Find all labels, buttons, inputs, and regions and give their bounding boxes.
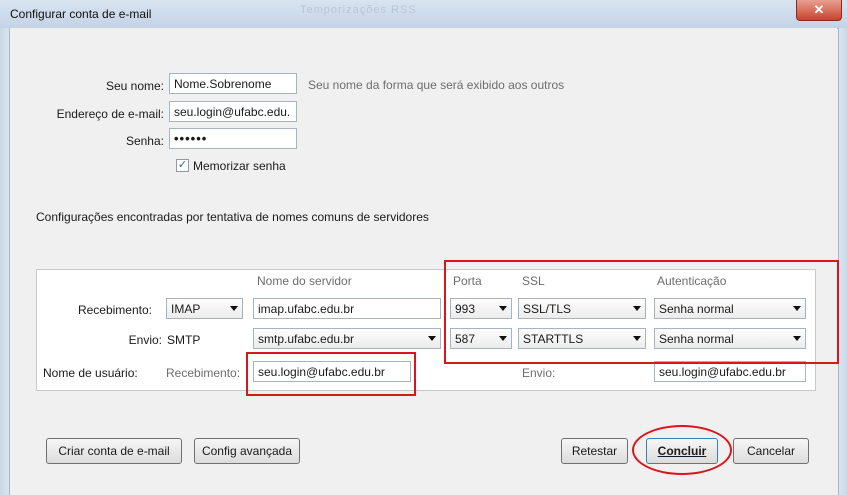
outgoing-server-select[interactable]: smtp.ufabc.edu.br (253, 328, 441, 349)
window-left-border (0, 28, 10, 495)
username-label: Nome de usuário: (43, 366, 138, 380)
advanced-config-label: Config avançada (201, 444, 293, 458)
annotation-box-username (246, 352, 416, 396)
password-label: Senha: (125, 134, 164, 148)
incoming-protocol-select[interactable]: IMAP (166, 298, 243, 319)
status-message: Configurações encontradas por tentativa … (36, 210, 429, 224)
checkmark-icon: ✓ (177, 159, 188, 171)
incoming-server-field[interactable]: imap.ufabc.edu.br (253, 298, 441, 319)
outgoing-server-value: smtp.ufabc.edu.br (258, 332, 355, 346)
email-label: Endereço de e-mail: (56, 107, 164, 121)
email-field[interactable]: seu.login@ufabc.edu. (169, 101, 297, 122)
advanced-config-button[interactable]: Config avançada (194, 438, 300, 464)
incoming-protocol-value: IMAP (171, 302, 201, 316)
annotation-circle-done (632, 425, 732, 475)
background-tabs: Temporizações RSS (300, 4, 417, 16)
username-incoming-label: Recebimento: (166, 366, 241, 380)
create-account-label: Criar conta de e-mail (58, 444, 170, 458)
name-field[interactable]: Nome.Sobrenome (169, 73, 297, 94)
username-outgoing-field[interactable]: seu.login@ufabc.edu.br (654, 361, 806, 382)
title-bar: Configurar conta de e-mail Temporizações… (0, 0, 847, 29)
create-account-button[interactable]: Criar conta de e-mail (46, 438, 182, 464)
incoming-label: Recebimento: (77, 303, 152, 317)
cancel-label: Cancelar (746, 444, 796, 458)
outgoing-protocol: SMTP (167, 333, 201, 347)
remember-password-label[interactable]: Memorizar senha (193, 159, 286, 173)
window-title: Configurar conta de e-mail (10, 7, 152, 21)
password-field[interactable]: •••••• (169, 128, 297, 149)
close-button[interactable]: ✕ (796, 0, 842, 21)
retest-button[interactable]: Retestar (561, 438, 628, 464)
header-server-name: Nome do servidor (257, 274, 352, 288)
chevron-down-icon (428, 336, 436, 341)
retest-label: Retestar (571, 444, 618, 458)
chevron-down-icon (230, 306, 238, 311)
cancel-button[interactable]: Cancelar (733, 438, 809, 464)
close-icon: ✕ (813, 2, 825, 17)
remember-password-checkbox[interactable]: ✓ (176, 159, 189, 172)
annotation-box-port-ssl-auth (444, 260, 839, 364)
window-right-border (838, 28, 847, 495)
username-outgoing-label: Envio: (522, 366, 556, 380)
name-label: Seu nome: (105, 79, 164, 93)
name-hint: Seu nome da forma que será exibido aos o… (308, 78, 565, 92)
outgoing-label: Envio: (128, 333, 162, 347)
